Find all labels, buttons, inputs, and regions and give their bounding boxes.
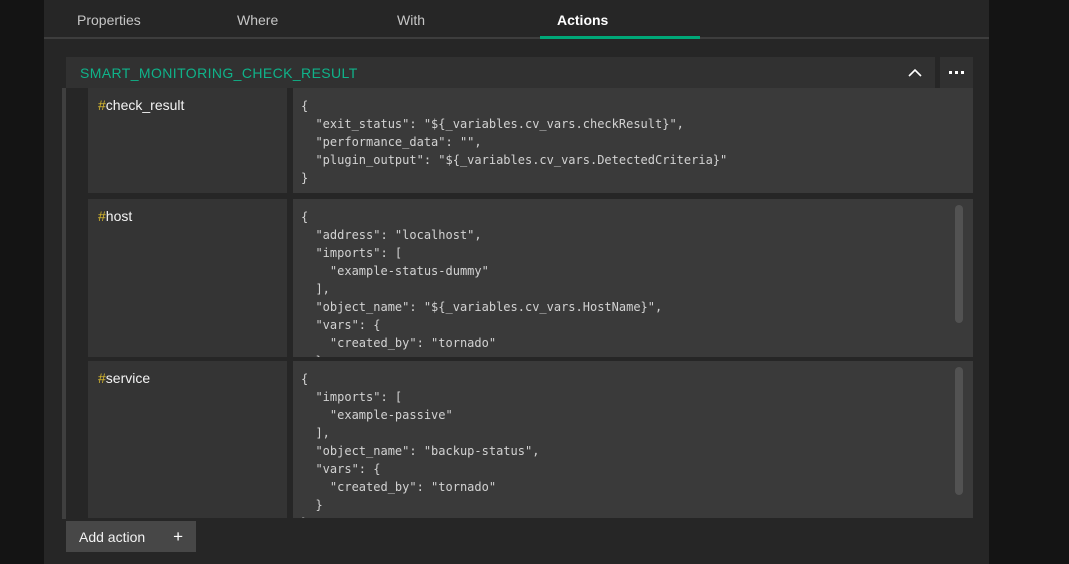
tab-with[interactable]: With <box>380 0 540 39</box>
action-field-label-host: #host <box>88 199 287 357</box>
hash-prefix: # <box>98 208 106 224</box>
action-field-label-check-result: #check_result <box>88 88 287 193</box>
overflow-menu-button[interactable] <box>940 57 973 88</box>
rule-editor-tabs: Properties Where With Actions <box>44 0 989 39</box>
tab-properties[interactable]: Properties <box>60 0 220 39</box>
field-name: service <box>106 370 150 386</box>
rule-editor-panel: Properties Where With Actions SMART_MONI… <box>44 0 989 564</box>
action-field-label-service: #service <box>88 361 287 518</box>
action-field-editor-check-result[interactable]: { "exit_status": "${_variables.cv_vars.c… <box>293 88 973 193</box>
action-field-editor-host[interactable]: { "address": "localhost", "imports": [ "… <box>293 199 973 357</box>
json-code: { "exit_status": "${_variables.cv_vars.c… <box>293 88 973 187</box>
overflow-menu-icon <box>949 71 964 74</box>
scrollbar-thumb[interactable] <box>955 205 963 323</box>
action-field-editor-service[interactable]: { "imports": [ "example-passive" ], "obj… <box>293 361 973 518</box>
scrollbar-thumb[interactable] <box>955 367 963 495</box>
hash-prefix: # <box>98 370 106 386</box>
field-name: host <box>106 208 132 224</box>
chevron-up-icon <box>908 64 922 82</box>
collapse-button[interactable] <box>895 57 935 88</box>
json-code: { "address": "localhost", "imports": [ "… <box>293 199 973 357</box>
action-card-accent-strip <box>62 88 66 519</box>
add-action-button[interactable]: Add action + <box>66 521 196 552</box>
action-card-header: SMART_MONITORING_CHECK_RESULT <box>66 57 935 88</box>
tab-actions[interactable]: Actions <box>540 0 700 39</box>
json-code: { "imports": [ "example-passive" ], "obj… <box>293 361 973 518</box>
hash-prefix: # <box>98 97 106 113</box>
add-action-label: Add action <box>79 529 145 545</box>
action-card-title: SMART_MONITORING_CHECK_RESULT <box>66 65 895 81</box>
field-name: check_result <box>106 97 185 113</box>
plus-icon: + <box>173 527 183 547</box>
tab-where[interactable]: Where <box>220 0 380 39</box>
